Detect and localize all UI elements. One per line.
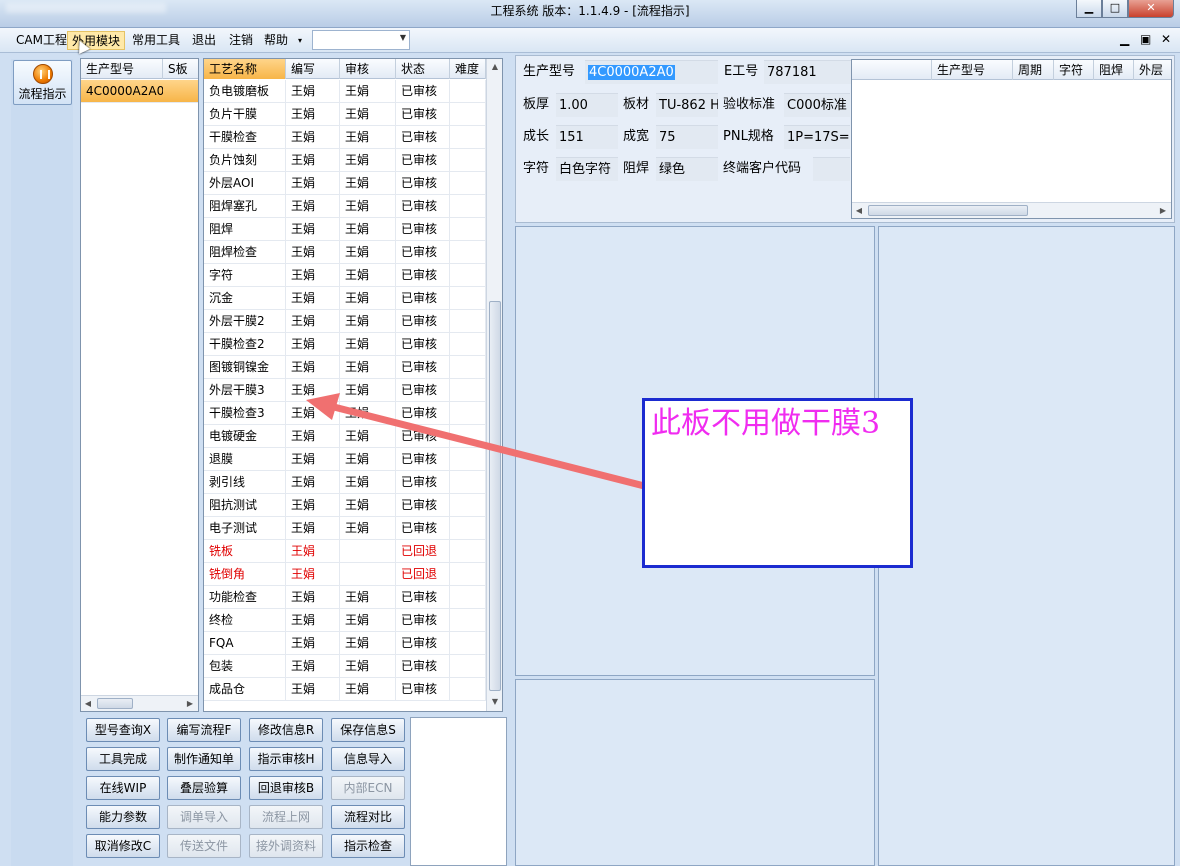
arrow-shaft [326,402,672,496]
annotation-text: 此板不用做干膜3 [651,406,881,441]
annotation-arrow [306,393,672,496]
annotation-box: 此板不用做干膜3 [642,398,913,568]
arrow-head [306,393,340,420]
